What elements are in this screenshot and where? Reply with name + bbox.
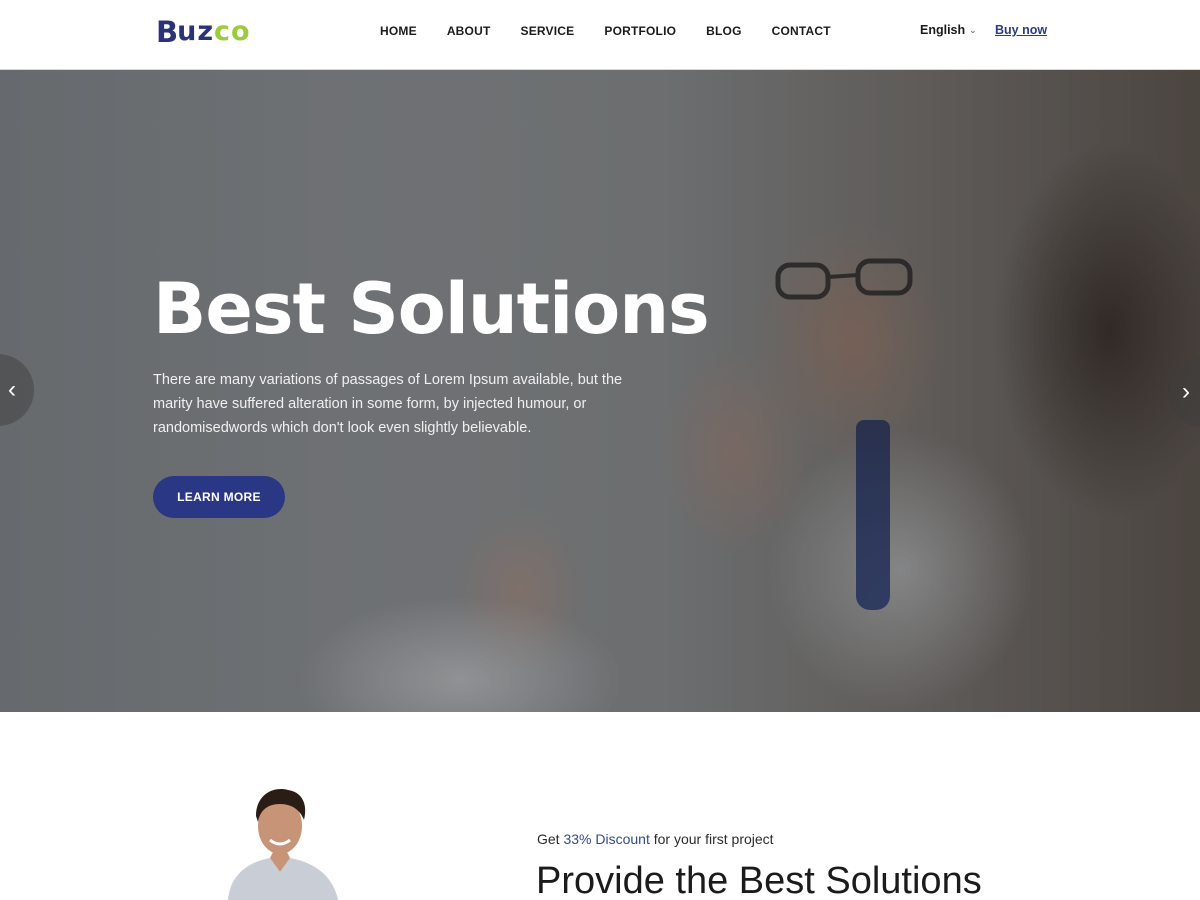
chevron-down-icon: ⌄	[969, 24, 977, 35]
slider-prev-button[interactable]: ‹	[0, 354, 34, 426]
nav-service[interactable]: SERVICE	[520, 24, 574, 38]
promo-suffix: for your first project	[649, 831, 774, 847]
nav-home[interactable]: HOME	[380, 24, 417, 38]
slider-next-button[interactable]: ›	[1168, 356, 1200, 428]
nav-portfolio[interactable]: PORTFOLIO	[604, 24, 676, 38]
promo-text: Get 33% Discount for your first project	[537, 831, 774, 847]
hero-description: There are many variations of passages of…	[153, 372, 623, 436]
main-nav: HOME ABOUT SERVICE PORTFOLIO BLOG CONTAC…	[380, 0, 831, 62]
nav-about[interactable]: ABOUT	[447, 24, 491, 38]
buy-now-link[interactable]: Buy now	[995, 23, 1047, 37]
chevron-left-icon: ‹	[8, 376, 16, 403]
learn-more-button[interactable]: LEARN MORE	[153, 476, 285, 518]
site-header: B uz co HOME ABOUT SERVICE PORTFOLIO BLO…	[0, 0, 1200, 70]
logo-letter-b: B	[156, 15, 178, 49]
hero-image-detail	[856, 420, 890, 610]
hero-slider: Best Solutions There are many variations…	[0, 70, 1200, 712]
hero-image-detail-glasses	[775, 258, 913, 300]
about-title: Provide the Best Solutions	[536, 860, 982, 900]
promo-prefix: Get	[537, 831, 564, 847]
nav-blog[interactable]: BLOG	[706, 24, 741, 38]
language-label: English	[920, 23, 966, 37]
logo-text-co: co	[214, 16, 251, 47]
chevron-right-icon: ›	[1182, 378, 1190, 405]
about-person-image	[228, 789, 338, 900]
nav-contact[interactable]: CONTACT	[772, 24, 831, 38]
logo[interactable]: B uz co	[156, 14, 251, 50]
logo-text-uz: uz	[177, 16, 215, 47]
hero-content: Best Solutions There are many variations…	[153, 266, 710, 518]
language-selector[interactable]: English ⌄	[920, 23, 977, 37]
hero-title: Best Solutions	[153, 268, 710, 350]
promo-highlight: 33% Discount	[563, 831, 650, 847]
